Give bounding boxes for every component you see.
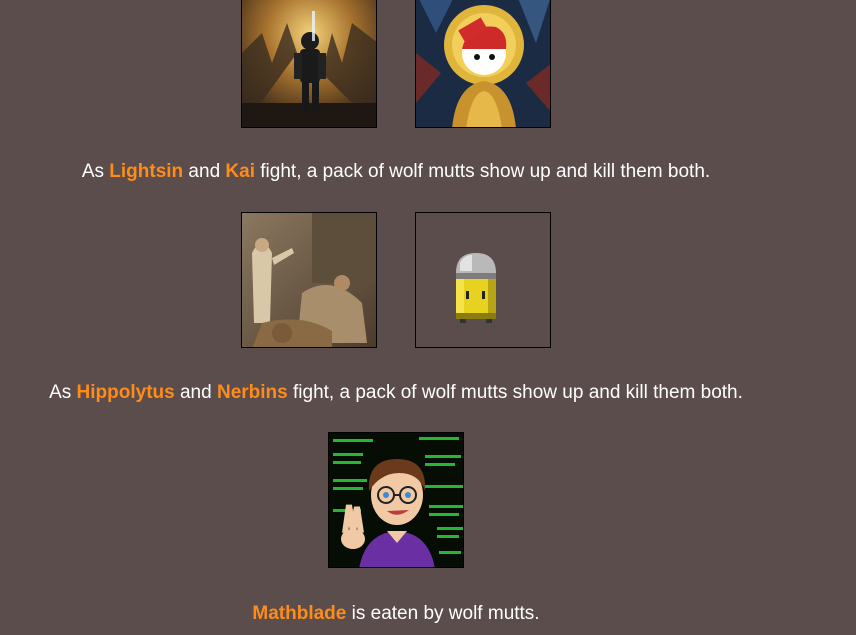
tribute-name-nerbins: Nerbins: [216, 382, 288, 403]
classical-painting-icon: [242, 213, 376, 347]
caption-text: is eaten by wolf mutts.: [346, 603, 540, 624]
event-3-caption: Mathblade is eaten by wolf mutts.: [0, 603, 824, 625]
cartoon-coder-icon: [329, 433, 463, 567]
event-2-avatars: [241, 212, 551, 348]
event-2-caption: As Hippolytus and Nerbins fight, a pack …: [0, 382, 824, 404]
event-3-avatars: [328, 432, 464, 568]
caption-text: fight, a pack of wolf mutts show up and …: [255, 161, 711, 182]
caption-text: As: [49, 382, 77, 403]
event-1-caption: As Lightsin and Kai fight, a pack of wol…: [0, 161, 824, 183]
caption-text: fight, a pack of wolf mutts show up and …: [287, 382, 743, 403]
avatar-kai: [415, 0, 551, 128]
tribute-name-lightsin: Lightsin: [109, 161, 184, 182]
avatar-hippolytus: [241, 212, 377, 348]
yellow-bullet-icon: [416, 213, 550, 347]
caption-text: and: [174, 382, 217, 403]
tribute-name-hippolytus: Hippolytus: [76, 382, 175, 403]
avatar-mathblade: [328, 432, 464, 568]
event-1-avatars: [241, 0, 551, 128]
tribute-name-mathblade: Mathblade: [252, 603, 347, 624]
caption-text: and: [183, 161, 226, 182]
avatar-nerbins: [415, 212, 551, 348]
avatar-lightsin: [241, 0, 377, 128]
caption-text: As: [81, 161, 110, 182]
tribute-name-kai: Kai: [225, 161, 255, 182]
countryball-stained-glass-icon: [416, 0, 550, 127]
armored-soldier-icon: [242, 0, 376, 127]
